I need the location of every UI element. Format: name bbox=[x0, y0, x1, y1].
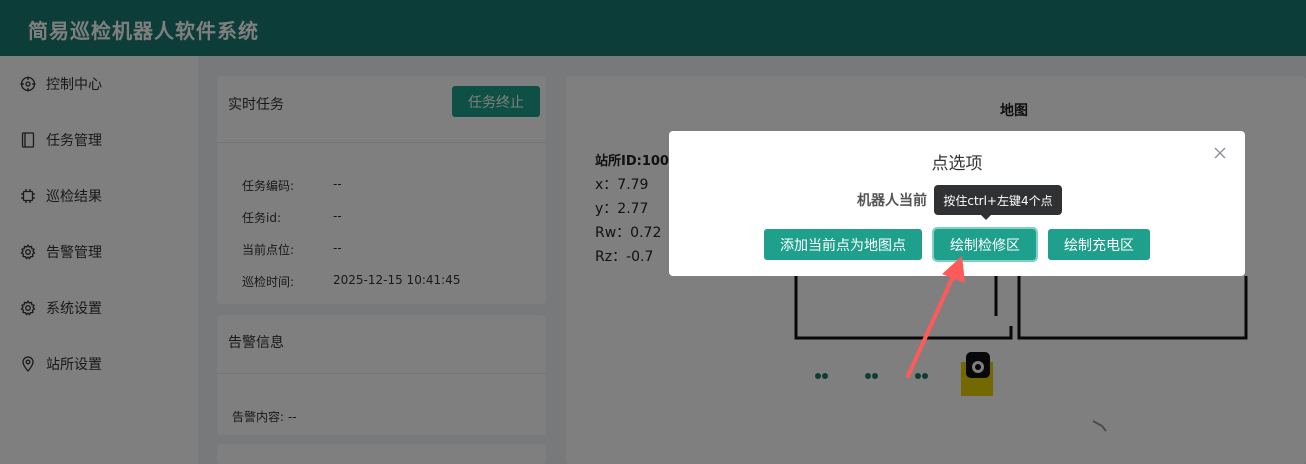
annotation-arrow bbox=[906, 256, 965, 378]
